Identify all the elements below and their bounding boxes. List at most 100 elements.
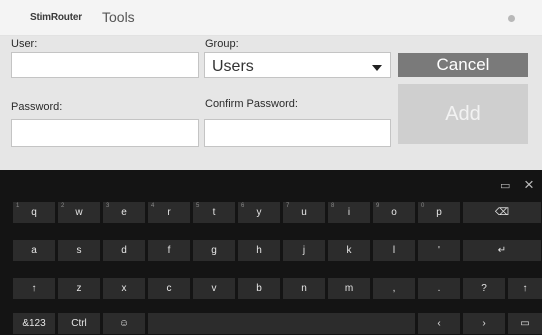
group-label: Group: (205, 38, 239, 50)
key-y[interactable]: y6 (238, 202, 280, 223)
key-label: k (346, 245, 352, 256)
key-u[interactable]: u7 (283, 202, 325, 223)
key-q[interactable]: q1 (13, 202, 55, 223)
key-p[interactable]: p0 (418, 202, 460, 223)
on-screen-keyboard: ▭ × q 1 w 2 e 3 r 4 t 5 y 6 u 7 i 8 o 9 p 0 ⌫ a s d f g h j k l ' ↵ ↑ z x c… (0, 170, 542, 335)
period-key[interactable]: . (418, 278, 460, 299)
keyboard-toolbar: ▭ × (0, 170, 542, 198)
key-r[interactable]: r4 (148, 202, 190, 223)
password-label: Password: (11, 101, 63, 113)
key-number-hint: 1 (16, 203, 20, 209)
key-label: d (121, 245, 127, 256)
key-j[interactable]: j (283, 240, 325, 261)
key-s[interactable]: s (58, 240, 100, 261)
key-m[interactable]: m (328, 278, 370, 299)
key-label: f (167, 245, 171, 256)
space-key[interactable] (148, 313, 415, 334)
key-label: n (301, 283, 307, 294)
add-button[interactable]: Add (398, 84, 528, 144)
question-key[interactable]: ? (463, 278, 505, 299)
key-l[interactable]: l (373, 240, 415, 261)
password-input[interactable] (11, 119, 199, 147)
key-z[interactable]: z (58, 278, 100, 299)
backspace-key[interactable]: ⌫ (463, 202, 541, 223)
key-v[interactable]: v (193, 278, 235, 299)
ctrl-key[interactable]: Ctrl (58, 313, 100, 334)
key-label: ‹ (437, 318, 441, 329)
cancel-button[interactable]: Cancel (398, 53, 528, 77)
symbols-key[interactable]: &123 (13, 313, 55, 334)
key-label: r (167, 207, 171, 218)
key-label: b (256, 283, 262, 294)
key-label: ↵ (497, 245, 507, 256)
key-number-hint: 3 (106, 203, 110, 209)
key-label: ' (438, 245, 440, 256)
key-label: o (391, 207, 397, 218)
key-label: ? (481, 283, 487, 294)
key-label: y (256, 207, 262, 218)
key-label: , (392, 283, 396, 294)
status-dot-icon (508, 15, 515, 22)
key-i[interactable]: i8 (328, 202, 370, 223)
left-arrow-key[interactable]: ‹ (418, 313, 460, 334)
key-label: ☺ (118, 318, 130, 329)
key-label: ▭ (520, 318, 530, 329)
key-b[interactable]: b (238, 278, 280, 299)
confirm-password-input[interactable] (204, 119, 391, 147)
enter-key[interactable]: ↵ (463, 240, 541, 261)
key-d[interactable]: d (103, 240, 145, 261)
key-label: m (344, 283, 354, 294)
keyboard-close-icon[interactable]: × (524, 175, 534, 195)
key-label: j (302, 245, 306, 256)
key-n[interactable]: n (283, 278, 325, 299)
keyboard-layout-icon[interactable]: ▭ (500, 179, 510, 192)
key-number-hint: 5 (196, 203, 200, 209)
apostrophe-key[interactable]: ' (418, 240, 460, 261)
key-w[interactable]: w2 (58, 202, 100, 223)
key-number-hint: 4 (151, 203, 155, 209)
key-t[interactable]: t5 (193, 202, 235, 223)
key-number-hint: 8 (331, 203, 335, 209)
user-form: User: Group: Users Cancel Password: Conf… (0, 36, 542, 170)
shift-key[interactable]: ↑ (508, 278, 542, 299)
comma-key[interactable]: , (373, 278, 415, 299)
key-x[interactable]: x (103, 278, 145, 299)
right-arrow-key[interactable]: › (463, 313, 505, 334)
key-label: › (482, 318, 486, 329)
key-number-hint: 2 (61, 203, 65, 209)
key-g[interactable]: g (193, 240, 235, 261)
keyboard-switch-key[interactable]: ▭ (508, 313, 542, 334)
key-label: t (212, 207, 216, 218)
key-number-hint: 7 (286, 203, 290, 209)
key-label: &123 (22, 318, 46, 329)
key-label: p (436, 207, 442, 218)
key-f[interactable]: f (148, 240, 190, 261)
key-label: w (75, 207, 83, 218)
key-o[interactable]: o9 (373, 202, 415, 223)
app-logo: StimRouter (30, 12, 82, 23)
key-label: ↑ (522, 283, 528, 294)
key-a[interactable]: a (13, 240, 55, 261)
shift-key[interactable]: ↑ (13, 278, 55, 299)
key-e[interactable]: e3 (103, 202, 145, 223)
key-label: Ctrl (71, 318, 87, 329)
key-label: u (301, 207, 307, 218)
dropdown-arrow-icon (372, 65, 382, 71)
key-label: ⌫ (494, 207, 510, 218)
key-label: . (437, 283, 441, 294)
key-label: ↑ (31, 283, 37, 294)
emoji-key[interactable]: ☺ (103, 313, 145, 334)
user-input[interactable] (11, 52, 199, 78)
key-label: s (76, 245, 82, 256)
key-label: g (211, 245, 217, 256)
key-number-hint: 0 (421, 203, 425, 209)
key-h[interactable]: h (238, 240, 280, 261)
key-number-hint: 9 (376, 203, 380, 209)
key-k[interactable]: k (328, 240, 370, 261)
key-label: e (121, 207, 127, 218)
group-select[interactable]: Users (204, 52, 391, 78)
key-label: l (392, 245, 396, 256)
key-c[interactable]: c (148, 278, 190, 299)
key-label: a (31, 245, 37, 256)
group-select-value: Users (212, 58, 254, 75)
